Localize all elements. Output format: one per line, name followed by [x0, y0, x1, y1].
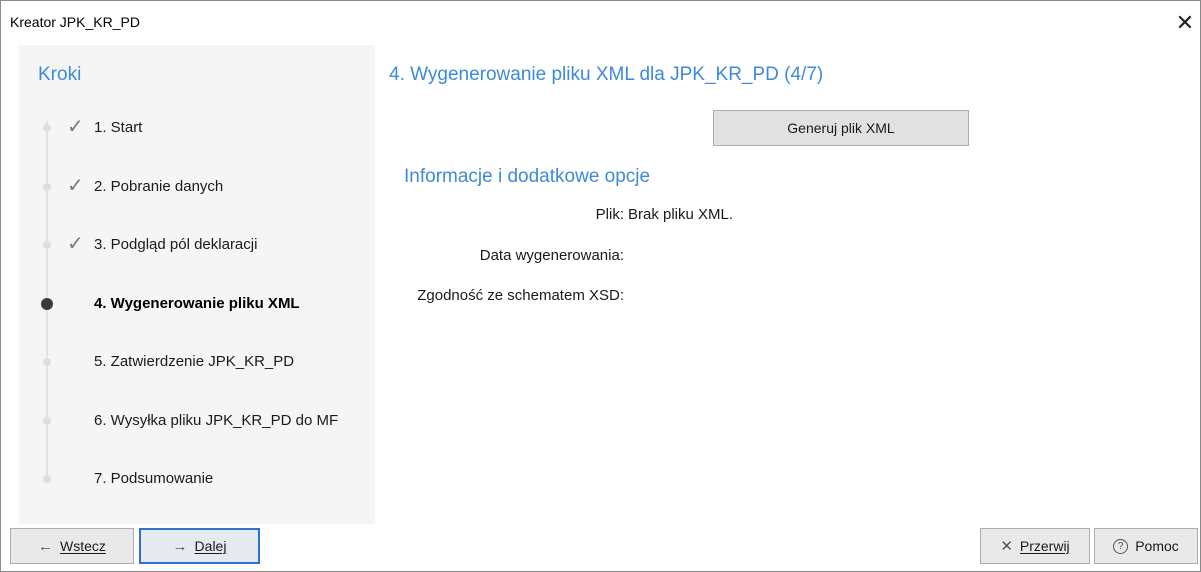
step-approve: 5. Zatwierdzenie JPK_KR_PD	[19, 348, 375, 376]
help-button[interactable]: ? Pomoc	[1094, 528, 1198, 564]
abort-button[interactable]: ✕ Przerwij	[980, 528, 1090, 564]
back-label: Wstecz	[60, 538, 106, 554]
step-summary: 7. Podsumowanie	[19, 465, 375, 493]
check-icon: ✓	[67, 175, 84, 197]
check-icon: ✓	[67, 233, 84, 255]
step-label: 2. Pobranie danych	[94, 178, 224, 195]
step-start: ✓ 1. Start	[19, 114, 375, 142]
step-dot	[43, 241, 51, 249]
title-bar: Kreator JPK_KR_PD ✕	[1, 1, 1200, 44]
step-label: 4. Wygenerowanie pliku XML	[94, 295, 300, 312]
help-label: Pomoc	[1135, 538, 1179, 554]
step-dot	[43, 475, 51, 483]
file-value: Brak pliku XML.	[628, 206, 734, 223]
step-label: 7. Podsumowanie	[94, 470, 214, 487]
file-label: Plik:	[595, 206, 624, 223]
generate-xml-button[interactable]: Generuj plik XML	[713, 110, 969, 146]
wizard-window: Kreator JPK_KR_PD ✕ Kroki ✓ 1. Start ✓ 2…	[0, 0, 1201, 572]
arrow-left-icon: ←	[38, 537, 54, 555]
step-label: 1. Start	[94, 119, 143, 136]
step-dot	[43, 124, 51, 132]
help-icon: ?	[1113, 538, 1129, 554]
arrow-right-icon: →	[172, 537, 188, 555]
steps-sidebar: Kroki ✓ 1. Start ✓ 2. Pobranie danych ✓ …	[19, 45, 375, 524]
next-button[interactable]: → Dalej	[139, 528, 260, 564]
step-generate-xml: 4. Wygenerowanie pliku XML	[19, 290, 375, 318]
step-preview: ✓ 3. Podgląd pól deklaracji	[19, 231, 375, 259]
step-dot	[43, 183, 51, 191]
step-label: 5. Zatwierdzenie JPK_KR_PD	[94, 353, 295, 370]
sidebar-title: Kroki	[38, 64, 82, 85]
page-title: 4. Wygenerowanie pliku XML dla JPK_KR_PD…	[389, 64, 824, 85]
close-icon[interactable]: ✕	[1170, 7, 1200, 39]
abort-label: Przerwij	[1019, 538, 1070, 554]
step-dot	[43, 358, 51, 366]
step-send: 6. Wysyłka pliku JPK_KR_PD do MF	[19, 407, 375, 435]
step-label: 3. Podgląd pól deklaracji	[94, 236, 258, 253]
xsd-compliance-label: Zgodność ze schematem XSD:	[417, 287, 624, 304]
section-title: Informacje i dodatkowe opcje	[404, 166, 651, 187]
step-label: 6. Wysyłka pliku JPK_KR_PD do MF	[94, 412, 339, 429]
step-dot	[43, 417, 51, 425]
window-title: Kreator JPK_KR_PD	[10, 14, 140, 30]
current-step-dot	[41, 298, 53, 310]
close-icon: ✕	[1000, 538, 1013, 555]
back-button[interactable]: ← Wstecz	[10, 528, 134, 564]
generation-date-label: Data wygenerowania:	[479, 247, 624, 264]
check-icon: ✓	[67, 116, 84, 138]
step-data-fetch: ✓ 2. Pobranie danych	[19, 173, 375, 201]
next-label: Dalej	[194, 538, 227, 554]
